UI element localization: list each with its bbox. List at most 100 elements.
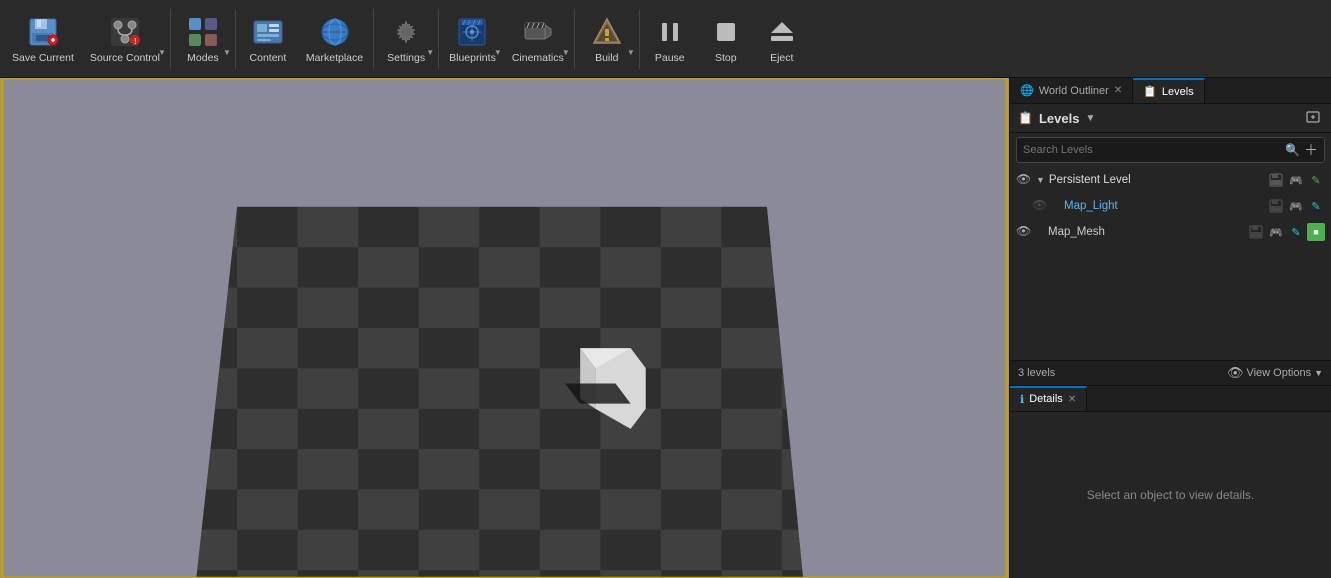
build-icon [589, 14, 625, 50]
cinematics-button[interactable]: Cinematics ▼ [504, 3, 572, 75]
blueprints-label: Blueprints [449, 52, 496, 64]
playback-controls: Pause Stop Eject [642, 3, 810, 75]
map-light-name: Map_Light [1064, 200, 1263, 212]
content-label: Content [250, 52, 287, 64]
modes-arrow: ▼ [223, 48, 231, 57]
details-panel: ℹ Details ✕ Select an object to view det… [1010, 386, 1331, 578]
view-options-eye-icon: 👁 [1227, 365, 1244, 381]
levels-action-add[interactable] [1303, 108, 1323, 128]
details-tab-bar: ℹ Details ✕ [1010, 386, 1331, 412]
source-control-label: Source Control [90, 52, 160, 64]
cinematics-icon [520, 14, 556, 50]
settings-arrow: ▼ [426, 48, 434, 57]
persistent-level-name: Persistent Level [1049, 174, 1263, 186]
build-button[interactable]: Build ▼ [577, 3, 637, 75]
eye-map-mesh[interactable]: 👁 [1016, 224, 1032, 240]
source-control-arrow: ▼ [158, 48, 166, 57]
modes-icon [185, 14, 221, 50]
cinematics-label: Cinematics [512, 52, 564, 64]
pause-label: Pause [655, 52, 685, 64]
pause-icon [652, 14, 688, 50]
divider-4 [438, 9, 439, 69]
blueprints-arrow: ▼ [494, 48, 502, 57]
details-info-icon: ℹ [1020, 393, 1024, 406]
view-options-label: View Options [1246, 367, 1311, 379]
divider-6 [639, 9, 640, 69]
stop-label: Stop [715, 52, 737, 64]
divider-5 [574, 9, 575, 69]
save-current-label: Save Current [12, 52, 74, 64]
add-level-icon[interactable]: ＋ [1300, 140, 1318, 160]
settings-label: Settings [387, 52, 425, 64]
panel-tab-bar: 🌐 World Outliner ✕ 📋 Levels [1010, 78, 1331, 104]
level-row-map-light[interactable]: 👁 Map_Light 🎮 ✎ [1010, 193, 1331, 219]
blueprints-button[interactable]: Blueprints ▼ [441, 3, 504, 75]
level-row-map-mesh[interactable]: 👁 Map_Mesh 🎮 ✎ ■ [1010, 219, 1331, 245]
map-mesh-save[interactable] [1247, 223, 1265, 241]
levels-count: 3 levels [1018, 367, 1219, 379]
marketplace-label: Marketplace [306, 52, 363, 64]
build-label: Build [595, 52, 618, 64]
tab-levels[interactable]: 📋 Levels [1133, 78, 1205, 103]
view-options-arrow: ▼ [1314, 368, 1323, 378]
levels-title: Levels [1039, 111, 1079, 126]
details-tab[interactable]: ℹ Details ✕ [1010, 386, 1087, 411]
map-light-gamepad[interactable]: 🎮 [1287, 197, 1305, 215]
svg-text:!: ! [134, 37, 137, 46]
map-light-pencil[interactable]: ✎ [1307, 197, 1325, 215]
map-mesh-status[interactable]: ■ [1307, 223, 1325, 241]
eject-button[interactable]: Eject [754, 3, 810, 75]
details-tab-close[interactable]: ✕ [1068, 394, 1076, 405]
modes-label: Modes [187, 52, 219, 64]
right-panel: 🌐 World Outliner ✕ 📋 Levels 📋 Levels ▼ [1009, 78, 1331, 578]
persist-action-pencil[interactable]: ✎ [1307, 171, 1325, 189]
world-outliner-tab-close[interactable]: ✕ [1114, 85, 1122, 96]
save-current-button[interactable]: Save Current [4, 3, 82, 75]
eject-icon [764, 14, 800, 50]
divider-2 [235, 9, 236, 69]
stop-button[interactable]: Stop [698, 3, 754, 75]
content-icon [250, 14, 286, 50]
level-row-persistent[interactable]: 👁 ▼ Persistent Level 🎮 ✎ [1010, 167, 1331, 193]
stop-icon [708, 14, 744, 50]
build-arrow: ▼ [627, 48, 635, 57]
save-icon [25, 14, 61, 50]
marketplace-icon [317, 14, 353, 50]
map-mesh-pencil[interactable]: ✎ [1287, 223, 1305, 241]
details-empty-message: Select an object to view details. [1087, 488, 1254, 502]
settings-button[interactable]: Settings ▼ [376, 3, 436, 75]
search-levels-input[interactable] [1023, 144, 1285, 156]
cinematics-arrow: ▼ [562, 48, 570, 57]
eye-map-light[interactable]: 👁 [1032, 198, 1048, 214]
settings-icon [388, 14, 424, 50]
blueprints-icon [454, 14, 490, 50]
map-light-save[interactable] [1267, 197, 1285, 215]
map-mesh-actions: 🎮 ✎ ■ [1247, 223, 1325, 241]
tab-world-outliner[interactable]: 🌐 World Outliner ✕ [1010, 78, 1133, 103]
modes-button[interactable]: Modes ▼ [173, 3, 233, 75]
content-button[interactable]: Content [238, 3, 298, 75]
details-content: Select an object to view details. [1010, 412, 1331, 578]
levels-header: 📋 Levels ▼ [1010, 104, 1331, 133]
world-outliner-tab-icon: 🌐 [1020, 84, 1034, 97]
world-outliner-tab-label: World Outliner [1039, 85, 1109, 97]
eject-label: Eject [770, 52, 793, 64]
levels-list: 👁 ▼ Persistent Level 🎮 ✎ [1010, 167, 1331, 360]
persist-action-save[interactable] [1267, 171, 1285, 189]
divider-1 [170, 9, 171, 69]
marketplace-button[interactable]: Marketplace [298, 3, 371, 75]
eye-persistent[interactable]: 👁 [1016, 172, 1032, 188]
map-mesh-gamepad[interactable]: 🎮 [1267, 223, 1285, 241]
view-options-button[interactable]: 👁 View Options ▼ [1227, 365, 1323, 381]
levels-footer: 3 levels 👁 View Options ▼ [1010, 360, 1331, 386]
viewport[interactable] [0, 78, 1009, 578]
pause-button[interactable]: Pause [642, 3, 698, 75]
search-icon[interactable]: 🔍 [1285, 143, 1300, 157]
search-bar: 🔍 ＋ [1016, 137, 1325, 163]
persistent-level-actions: 🎮 ✎ [1267, 171, 1325, 189]
persist-action-gamepad[interactable]: 🎮 [1287, 171, 1305, 189]
map-mesh-name: Map_Mesh [1048, 226, 1243, 238]
source-control-button[interactable]: ! Source Control ▼ [82, 3, 168, 75]
expand-persistent[interactable]: ▼ [1036, 175, 1045, 185]
levels-dropdown-arrow[interactable]: ▼ [1085, 113, 1095, 124]
